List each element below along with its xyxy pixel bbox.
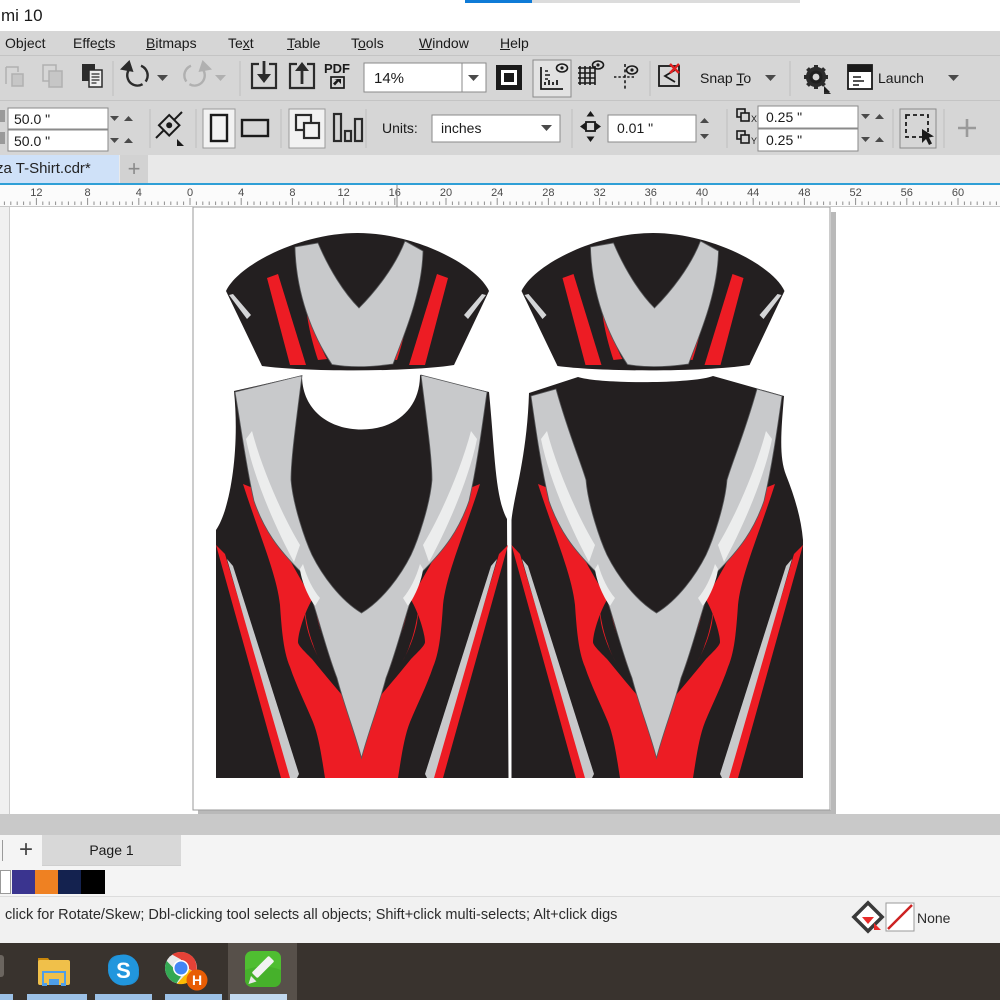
svg-text:24: 24 [491,187,503,199]
svg-text:12: 12 [337,187,349,199]
svg-text:48: 48 [798,187,810,199]
svg-text:Y: Y [751,136,757,146]
svg-text:36: 36 [645,187,657,199]
svg-text:4: 4 [136,187,142,199]
svg-text:X: X [751,114,757,124]
svg-text:inches: inches [441,120,481,136]
svg-text:40: 40 [696,187,708,199]
svg-text:12: 12 [30,187,42,199]
svg-text:PDF: PDF [324,61,350,76]
svg-text:0: 0 [187,187,193,199]
svg-text:0.25 ": 0.25 " [766,132,802,148]
svg-text:Launch: Launch [878,70,924,86]
svg-text:8: 8 [289,187,295,199]
svg-text:0.01 ": 0.01 " [617,120,653,136]
svg-text:H: H [192,972,202,988]
svg-text:60: 60 [952,187,964,199]
svg-text:50.0 ": 50.0 " [14,133,50,149]
svg-text:4: 4 [238,187,244,199]
svg-text:52: 52 [849,187,861,199]
svg-text:28: 28 [542,187,554,199]
svg-text:56: 56 [901,187,913,199]
svg-text:8: 8 [85,187,91,199]
svg-text:16: 16 [389,187,401,199]
svg-text:14%: 14% [374,70,404,87]
svg-text:44: 44 [747,187,759,199]
svg-text:S: S [116,958,131,983]
svg-text:20: 20 [440,187,452,199]
svg-text:Snap To: Snap To [700,70,751,86]
svg-text:Units:: Units: [382,120,418,136]
svg-text:0.25 ": 0.25 " [766,109,802,125]
svg-text:50.0 ": 50.0 " [14,111,50,127]
svg-text:32: 32 [593,187,605,199]
